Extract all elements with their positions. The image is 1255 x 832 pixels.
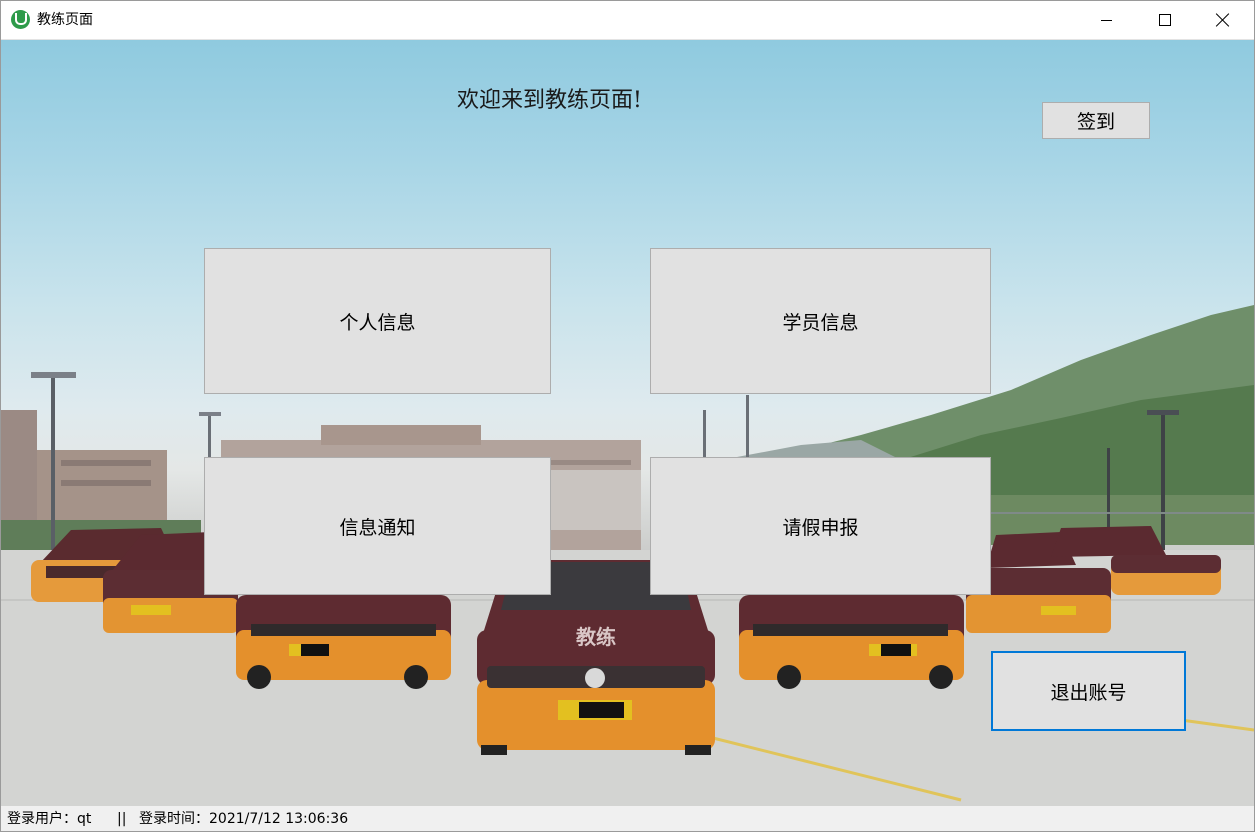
coach-window: 教练页面 教练 欢迎来到教练页面! 签到 个人信息 学员信息 信息通知 请假申报… — [0, 0, 1255, 832]
notice-button[interactable]: 信息通知 — [204, 457, 551, 595]
minimize-button[interactable] — [1078, 1, 1136, 39]
status-bar: 登录用户：qt || 登录时间：2021/7/12 13:06:36 — [1, 806, 1254, 831]
window-title: 教练页面 — [37, 12, 93, 28]
content-area: 教练 欢迎来到教练页面! 签到 个人信息 学员信息 信息通知 请假申报 退出账号 — [1, 40, 1254, 806]
welcome-heading: 欢迎来到教练页面! — [457, 88, 642, 113]
logout-button[interactable]: 退出账号 — [991, 651, 1186, 731]
login-user-text: 登录用户：qt — [7, 811, 92, 827]
maximize-icon — [1159, 14, 1171, 26]
student-info-button[interactable]: 学员信息 — [650, 248, 991, 394]
minimize-icon — [1101, 20, 1112, 21]
leave-request-button[interactable]: 请假申报 — [650, 457, 991, 595]
car-hood-text: 教练 — [576, 625, 616, 649]
maximize-button[interactable] — [1136, 1, 1194, 39]
app-logo-icon — [11, 10, 30, 29]
status-separator: || — [117, 811, 127, 827]
login-time-text: 登录时间：2021/7/12 13:06:36 — [139, 811, 349, 827]
close-icon — [1216, 13, 1230, 27]
checkin-button[interactable]: 签到 — [1042, 102, 1150, 139]
title-bar: 教练页面 — [1, 1, 1254, 40]
close-button[interactable] — [1194, 1, 1252, 39]
personal-info-button[interactable]: 个人信息 — [204, 248, 551, 394]
